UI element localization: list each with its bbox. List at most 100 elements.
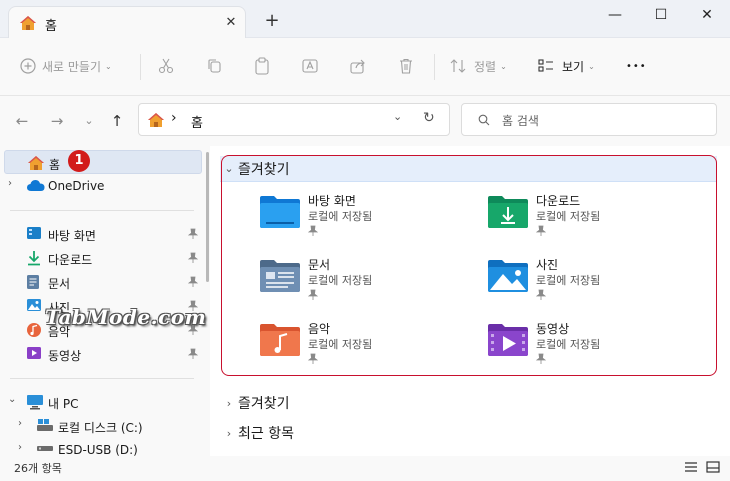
expand-chevron-icon[interactable]: › bbox=[18, 442, 22, 453]
toolbar-divider bbox=[434, 54, 435, 80]
item-count: 26개 항목 bbox=[14, 462, 62, 475]
title-bar: 홈 ✕ + — ☐ ✕ bbox=[0, 0, 730, 38]
cut-button[interactable] bbox=[158, 50, 174, 82]
sidebar-divider bbox=[10, 210, 194, 211]
navigation-pane: 홈 › OneDrive 바탕 화면 다운로드 문서 사진 음악 동영상 ⌄ 내… bbox=[0, 146, 210, 457]
desktop-icon bbox=[26, 226, 42, 243]
minimize-button[interactable]: — bbox=[592, 0, 638, 32]
sidebar-item-videos[interactable]: 동영상 bbox=[4, 342, 202, 366]
recent-locations-chevron-icon[interactable]: ⌄ bbox=[78, 110, 100, 132]
new-button-label: 새로 만들기 bbox=[42, 59, 102, 74]
share-icon bbox=[350, 59, 365, 74]
back-arrow-icon[interactable]: ← bbox=[11, 110, 33, 132]
chevron-down-icon: ⌄ bbox=[105, 61, 112, 71]
sidebar-item-home[interactable]: 홈 bbox=[4, 150, 202, 174]
view-button[interactable]: 보기 ⌄ bbox=[538, 50, 595, 82]
copy-icon bbox=[208, 59, 221, 73]
download-icon bbox=[26, 250, 42, 269]
more-options-button[interactable]: ••• bbox=[626, 50, 647, 82]
sidebar-item-label: 내 PC bbox=[48, 397, 79, 411]
search-icon bbox=[478, 114, 490, 126]
chevron-down-icon: ⌄ bbox=[500, 61, 507, 71]
view-icon bbox=[538, 59, 553, 72]
address-row: ← → ⌄ ↑ › 홈 ⌄ ↻ 홈 검색 bbox=[0, 96, 730, 146]
pin-icon[interactable] bbox=[187, 228, 199, 243]
sidebar-item-desktop[interactable]: 바탕 화면 bbox=[4, 222, 202, 246]
sidebar-item-label: 다운로드 bbox=[48, 253, 93, 267]
cut-icon bbox=[158, 58, 174, 74]
sidebar-item-label: 로컬 디스크 (C:) bbox=[58, 421, 143, 435]
computer-icon bbox=[26, 394, 44, 413]
add-circle-icon bbox=[20, 58, 36, 74]
status-bar: 26개 항목 bbox=[0, 456, 730, 481]
close-button[interactable]: ✕ bbox=[684, 0, 730, 32]
sidebar-item-label: 바탕 화면 bbox=[48, 229, 96, 243]
refresh-icon[interactable]: ↻ bbox=[423, 110, 435, 126]
sidebar-item-onedrive[interactable]: › OneDrive bbox=[4, 174, 202, 198]
pictures-icon bbox=[26, 298, 42, 315]
command-bar: 새로 만들기 ⌄ 정렬 ⌄ 보기 ⌄ ••• bbox=[0, 38, 730, 96]
view-button-label: 보기 bbox=[562, 59, 585, 74]
sidebar-item-label: ESD-USB (D:) bbox=[58, 443, 138, 457]
breadcrumb-home[interactable]: 홈 bbox=[191, 112, 203, 131]
expand-chevron-icon: › bbox=[226, 426, 232, 440]
expand-chevron-icon[interactable]: › bbox=[18, 418, 22, 429]
tab-close-icon[interactable]: ✕ bbox=[221, 13, 241, 33]
step-badge: 1 bbox=[68, 150, 90, 172]
pin-icon[interactable] bbox=[187, 348, 199, 363]
paste-icon bbox=[255, 57, 269, 75]
breadcrumb-separator[interactable]: › bbox=[171, 110, 177, 126]
sidebar-item-label: OneDrive bbox=[48, 179, 105, 193]
sidebar-item-label: 홈 bbox=[49, 158, 61, 172]
expand-chevron-icon: › bbox=[226, 396, 232, 410]
sort-icon bbox=[450, 59, 466, 73]
highlight-frame bbox=[221, 155, 717, 376]
share-button[interactable] bbox=[350, 50, 366, 82]
maximize-button[interactable]: ☐ bbox=[638, 0, 684, 32]
sidebar-item-this-pc[interactable]: ⌄ 내 PC bbox=[4, 390, 202, 414]
sidebar-item-documents[interactable]: 문서 bbox=[4, 270, 202, 294]
address-bar[interactable]: › 홈 ⌄ ↻ bbox=[138, 103, 450, 136]
up-arrow-icon[interactable]: ↑ bbox=[106, 110, 128, 132]
details-view-icon[interactable] bbox=[684, 461, 698, 476]
new-tab-button[interactable]: + bbox=[260, 10, 284, 34]
paste-button[interactable] bbox=[254, 50, 270, 82]
sidebar-item-local-disk-c[interactable]: › 로컬 디스크 (C:) bbox=[4, 414, 202, 438]
address-history-chevron-icon[interactable]: ⌄ bbox=[393, 110, 402, 123]
forward-arrow-icon[interactable]: → bbox=[46, 110, 68, 132]
search-placeholder: 홈 검색 bbox=[502, 114, 539, 128]
music-icon bbox=[26, 322, 42, 341]
collapse-chevron-icon[interactable]: ⌄ bbox=[8, 394, 16, 405]
pin-icon[interactable] bbox=[187, 252, 199, 267]
sort-button[interactable]: 정렬 ⌄ bbox=[450, 50, 507, 82]
sidebar-item-label: 동영상 bbox=[48, 349, 82, 363]
copy-button[interactable] bbox=[206, 50, 222, 82]
group-header-favorites-2[interactable]: › 즐겨찾기 bbox=[220, 390, 717, 416]
rename-button[interactable] bbox=[302, 50, 320, 82]
search-input[interactable]: 홈 검색 bbox=[461, 103, 717, 136]
sidebar-divider bbox=[10, 378, 194, 379]
tab-home[interactable]: 홈 ✕ bbox=[8, 6, 246, 38]
sidebar-item-downloads[interactable]: 다운로드 bbox=[4, 246, 202, 270]
usb-drive-icon bbox=[36, 442, 54, 456]
expand-chevron-icon[interactable]: › bbox=[8, 178, 12, 189]
group-header-recent[interactable]: › 최근 항목 bbox=[220, 420, 717, 446]
home-icon bbox=[27, 155, 45, 174]
home-icon bbox=[19, 15, 37, 34]
pin-icon[interactable] bbox=[187, 276, 199, 291]
videos-icon bbox=[26, 346, 42, 363]
document-icon bbox=[26, 274, 40, 293]
tiles-view-icon[interactable] bbox=[706, 461, 720, 476]
home-icon bbox=[147, 112, 165, 131]
toolbar-divider bbox=[140, 54, 141, 80]
delete-button[interactable] bbox=[398, 50, 414, 82]
tab-title: 홈 bbox=[45, 19, 57, 34]
group-header-label: 최근 항목 bbox=[238, 426, 294, 442]
cloud-icon bbox=[26, 178, 46, 195]
sidebar-scrollbar[interactable] bbox=[206, 152, 209, 282]
rename-icon bbox=[302, 59, 318, 73]
chevron-down-icon: ⌄ bbox=[588, 61, 595, 71]
new-button[interactable]: 새로 만들기 ⌄ bbox=[20, 50, 112, 82]
sidebar-item-label: 문서 bbox=[48, 277, 71, 291]
group-header-label: 즐겨찾기 bbox=[238, 396, 290, 412]
